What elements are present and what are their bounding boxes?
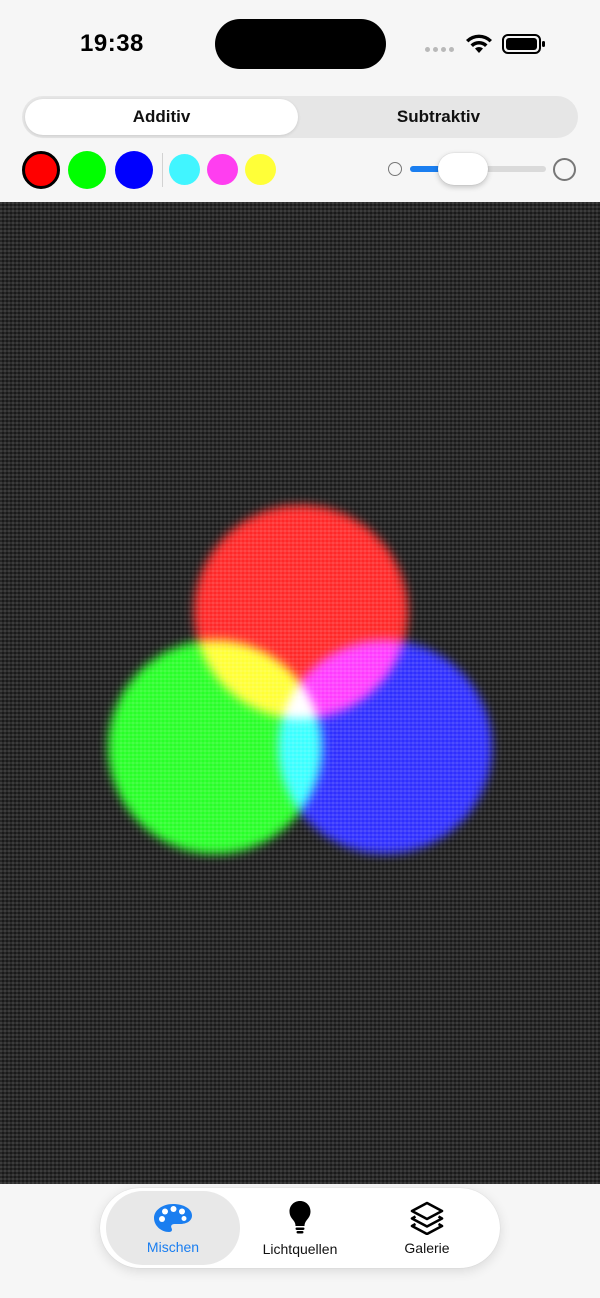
tab-mischen[interactable]: Mischen [106,1191,240,1265]
dynamic-island [215,19,386,69]
tab-galerie[interactable]: Galerie [360,1191,494,1265]
tab-label-mischen: Mischen [146,1238,200,1255]
small-circle-icon [388,162,402,176]
swatch-magenta[interactable] [207,154,238,185]
tab-lichtquellen[interactable]: Lichtquellen [233,1191,367,1265]
mixing-canvas[interactable] [0,202,600,1184]
swatch-green[interactable] [68,151,106,189]
screen: 19:38 Additiv Subtraktiv Mischen Lichtqu… [0,0,600,1298]
swatch-divider [162,153,163,187]
blue-light-spot[interactable] [278,640,492,854]
layers-icon [410,1201,444,1235]
large-circle-icon [553,158,576,181]
size-slider-thumb[interactable] [438,153,488,185]
tab-label-lichtquellen: Lichtquellen [262,1240,338,1257]
palette-icon [154,1203,192,1232]
status-bar: 19:38 [0,0,600,90]
segment-subtraktiv[interactable]: Subtraktiv [302,99,575,135]
swatch-yellow[interactable] [245,154,276,185]
swatch-blue[interactable] [115,151,153,189]
segment-additiv[interactable]: Additiv [25,99,298,135]
mode-segmented-control: Additiv Subtraktiv [22,96,578,138]
tab-bar: Mischen Lichtquellen Galerie [100,1188,500,1268]
battery-icon [502,34,545,54]
tab-label-galerie: Galerie [404,1239,450,1256]
status-time: 19:38 [80,30,144,57]
swatch-cyan[interactable] [169,154,200,185]
lightbulb-icon [289,1200,311,1233]
wifi-icon [466,34,492,53]
swatch-red[interactable] [22,151,60,189]
cellular-signal-icon [425,47,454,52]
